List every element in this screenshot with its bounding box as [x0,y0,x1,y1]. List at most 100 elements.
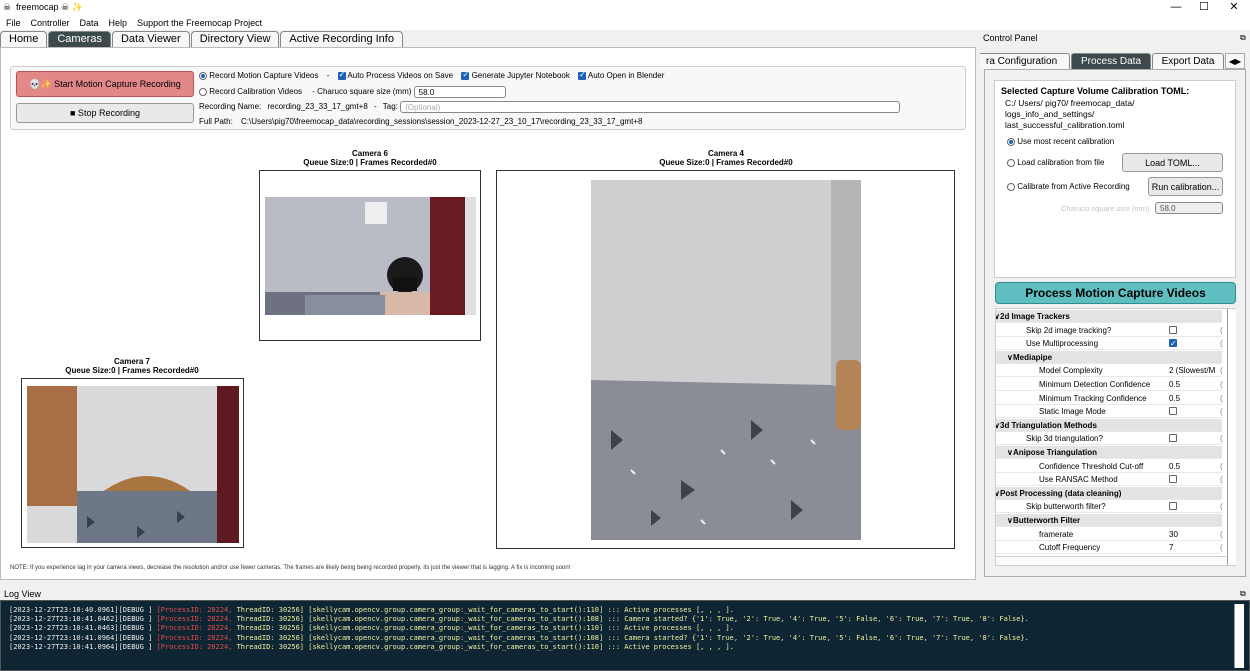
active-recording-radio[interactable] [1007,182,1015,191]
menu-file[interactable]: File [6,18,21,28]
tab-scroll-arrows-icon[interactable]: ◀▶ [1225,53,1245,69]
tree-horizontal-scrollbar[interactable] [996,556,1226,565]
reset-icon[interactable]: ( [1220,473,1223,486]
tree-row[interactable]: Minimum Tracking Confidence 0.5 ( [996,392,1223,405]
tree-checkbox[interactable] [1169,434,1177,443]
tab-data-viewer[interactable]: Data Viewer [111,31,190,47]
tree-row-label: Skip 3d triangulation? [1026,434,1103,444]
record-mocap-radio[interactable] [199,71,207,80]
tree-row[interactable]: Cutoff Frequency 7 ( [996,541,1223,555]
log-float-icon[interactable]: ⧉ [1240,589,1246,599]
tab-cameras[interactable]: Cameras [48,31,111,47]
tab-camera-configuration[interactable]: ra Configuration [980,53,1070,69]
tree-row[interactable]: Model Complexity 2 (Slowest/M ( [996,364,1223,378]
record-calibration-radio[interactable] [199,88,207,96]
tree-row[interactable]: Static Image Mode ( [996,405,1223,419]
calibration-path: C:/ Users/ pig70/ freemocap_data/ logs_i… [1005,98,1135,130]
tree-row[interactable]: Skip 3d triangulation? ( [996,432,1223,446]
chevron-down-icon[interactable]: ∨ [996,487,1000,500]
square-size-input[interactable]: 58.0 [1155,202,1223,214]
auto-process-checkbox[interactable] [337,70,346,80]
recording-name-value: recording_23_33_17_gmt+8 [267,102,368,112]
reset-icon[interactable]: ( [1220,337,1223,350]
reset-icon[interactable]: ( [1220,432,1223,445]
tag-input[interactable]: (Optional) [400,101,901,113]
charuco-size-input[interactable]: 58.0 [413,86,506,98]
tree-checkbox[interactable] [1169,325,1177,334]
tree-row[interactable]: Use Multiprocessing ( [996,337,1223,351]
menu-data[interactable]: Data [80,18,99,28]
reset-icon[interactable]: ( [1220,500,1223,513]
camera-7-title: Camera 7 [113,357,151,366]
reset-icon[interactable]: ( [1220,324,1223,337]
tree-row[interactable]: framerate 30 ( [996,528,1223,541]
tree-row[interactable]: Minimum Detection Confidence 0.5 ( [996,378,1223,391]
load-toml-button[interactable]: Load TOML... [1122,153,1223,172]
tree-row[interactable]: Use RANSAC Method ( [996,473,1223,487]
tree-row[interactable]: Post Processing (data cleaning)∨ [996,486,1222,500]
tree-checkbox[interactable] [1169,407,1177,416]
tree-row[interactable]: Butterworth Filter ∨ [996,514,1222,527]
tree-row[interactable]: Skip butterworth filter? ( [996,500,1223,514]
tree-row[interactable]: Mediapipe ∨ [996,350,1222,364]
menu-controller[interactable]: Controller [31,18,70,28]
tree-checkbox[interactable] [1169,337,1177,350]
tab-directory-view[interactable]: Directory View [190,31,280,47]
panel-float-icon[interactable]: ⧉ [1240,33,1246,43]
run-calibration-button[interactable]: Run calibration... [1148,177,1223,196]
tree-row[interactable]: Confidence Threshold Cut-off 0.5 ( [996,460,1223,473]
chevron-down-icon[interactable]: ∨ [1007,514,1013,527]
reset-icon[interactable]: ( [1220,528,1223,541]
tree-row[interactable]: Skip 2d image tracking? ( [996,324,1223,337]
process-mocap-button[interactable]: Process Motion Capture Videos [995,282,1236,304]
log-message: ThreadID: 30256] [skellycam.opencv.group… [232,642,734,651]
stop-recording-button[interactable]: ■ Stop Recording [16,103,194,123]
tree-value[interactable]: 0.5 [1169,378,1180,391]
chevron-down-icon[interactable]: ∨ [1007,446,1013,459]
tab-process-data[interactable]: Process Data [1071,53,1151,69]
tree-row[interactable]: Anipose Triangulation ∨ [996,446,1222,459]
reset-icon[interactable]: ( [1220,378,1223,391]
chevron-down-icon[interactable]: ∨ [996,310,1000,323]
reset-icon[interactable]: ( [1220,405,1223,418]
chevron-down-icon[interactable]: ∨ [996,419,1000,432]
tree-scrollbar[interactable] [1227,309,1236,565]
tree-row-label: Mediapipe [1013,352,1053,362]
gen-jupyter-checkbox[interactable] [461,70,470,80]
tree-row[interactable]: 3d Triangulation Methods∨ [996,418,1222,432]
reset-icon[interactable]: ( [1220,460,1223,473]
tree-value[interactable]: 7 [1169,541,1173,554]
tree-value[interactable]: 30 [1169,528,1178,541]
tree-row[interactable]: 2d Image Trackers∨ [996,310,1222,323]
menu-support[interactable]: Support the Freemocap Project [137,18,262,28]
tree-value[interactable]: 0.5 [1169,392,1180,405]
reset-icon[interactable]: ( [1220,392,1223,405]
load-file-radio[interactable] [1007,158,1015,167]
tree-row-label: Cutoff Frequency [1039,543,1101,553]
close-button[interactable]: ✕ [1220,0,1248,15]
reset-icon[interactable]: ( [1220,541,1223,554]
window-title: freemocap ☠ ✨ [16,2,83,12]
tab-active-recording-info[interactable]: Active Recording Info [280,31,403,47]
start-recording-button[interactable]: 💀✨ Start Motion Capture Recording [16,71,194,97]
log-line: [2023-12-27T23:10:41.0964][DEBUG ] [Proc… [9,634,1029,642]
tree-value[interactable]: 0.5 [1169,460,1180,473]
maximize-button[interactable]: ☐ [1190,0,1218,15]
reset-icon[interactable]: ( [1220,364,1223,377]
tree-row-label: Confidence Threshold Cut-off [1039,461,1144,471]
chevron-down-icon[interactable]: ∨ [1007,351,1013,364]
minimize-button[interactable]: — [1162,0,1190,15]
tree-value[interactable]: 2 (Slowest/M [1169,364,1215,377]
tab-home[interactable]: Home [0,31,48,47]
auto-open-blender-checkbox[interactable] [578,70,587,80]
use-recent-radio[interactable] [1007,137,1015,146]
gen-jupyter-label: Generate Jupyter Notebook [471,71,570,80]
log-message: ThreadID: 30256] [skellycam.opencv.group… [232,615,1029,624]
tab-export-data[interactable]: Export Data [1152,53,1224,69]
tree-checkbox[interactable] [1169,502,1177,511]
menu-help[interactable]: Help [109,18,128,28]
log-scrollbar[interactable] [1234,604,1244,668]
camera-7-image [27,386,239,543]
log-timestamp: [2023-12-27T23:10:41.0964][DEBUG ] [9,642,153,651]
tree-checkbox[interactable] [1169,475,1177,484]
